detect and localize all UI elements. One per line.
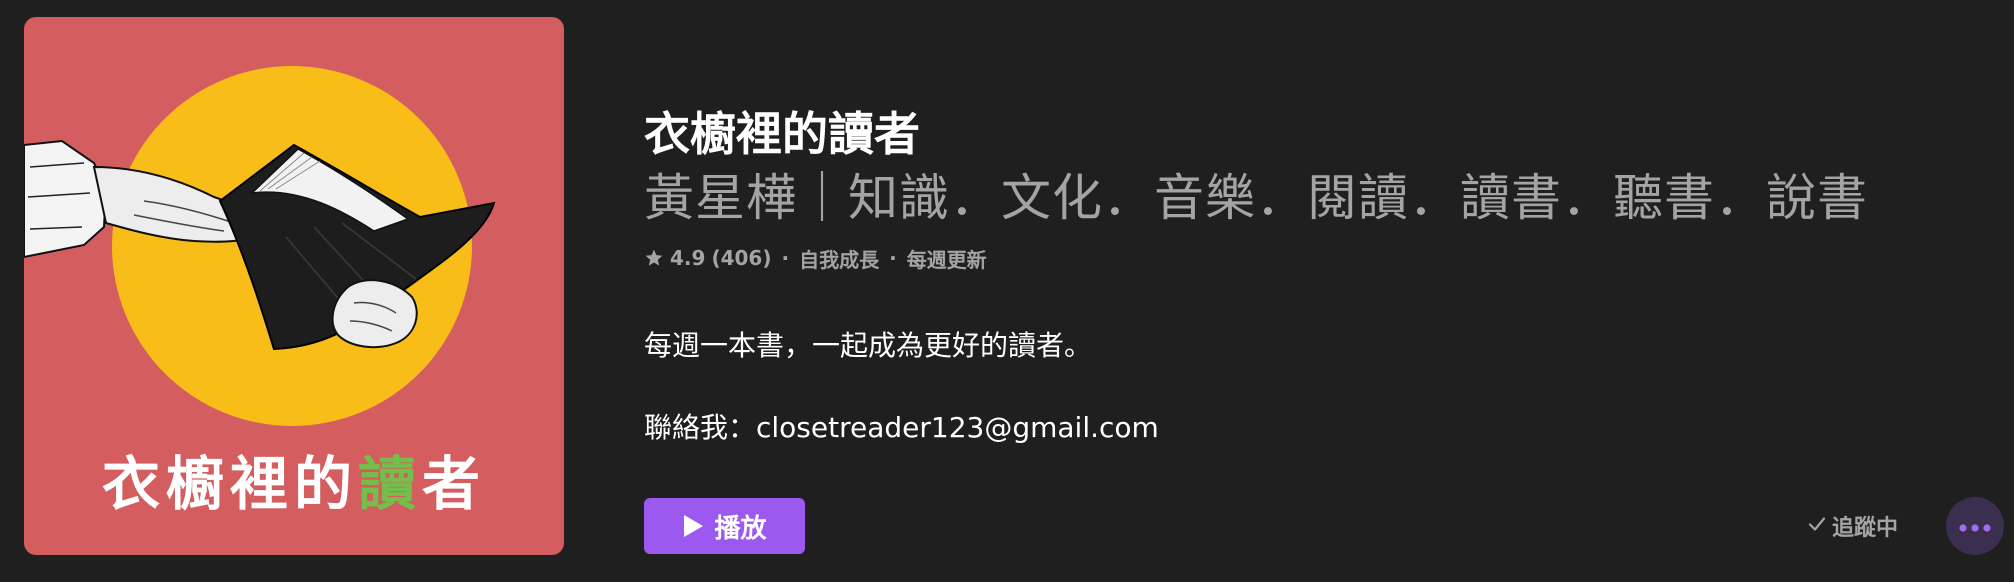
meta-separator: · — [781, 246, 790, 270]
podcast-description: 每週一本書，一起成為更好的讀者。 — [644, 329, 1093, 362]
update-frequency: 每週更新 — [906, 247, 987, 272]
rating-value: 4.9 — [670, 246, 706, 270]
check-icon — [1808, 514, 1826, 539]
meta-separator: · — [889, 246, 897, 270]
play-button[interactable]: 播放 — [644, 498, 805, 554]
artwork-title-part1: 衣櫥裡的 — [101, 450, 358, 518]
podcast-artwork: 衣櫥裡的讀者 — [24, 17, 564, 555]
rating-count: (406) — [711, 246, 772, 270]
artwork-title-highlight: 讀 — [357, 450, 422, 518]
podcast-page: 衣櫥裡的讀者 衣櫥裡的讀者 黃星樺｜知識．文化．音樂．閱讀．讀書．聽書．說書 4… — [0, 0, 2014, 582]
podcast-author[interactable]: 黃星樺｜知識．文化．音樂．閱讀．讀書．聽書．說書 — [644, 168, 1868, 228]
following-label: 追蹤中 — [1832, 516, 1899, 541]
podcast-meta: 4.9 (406) · 自我成長 · 每週更新 — [644, 243, 987, 273]
artwork-title-part2: 者 — [422, 450, 487, 518]
play-icon — [682, 514, 704, 538]
play-label: 播放 — [714, 513, 767, 544]
artwork-title: 衣櫥裡的讀者 — [24, 455, 564, 513]
star-icon — [644, 248, 664, 268]
more-button[interactable] — [1946, 497, 2004, 555]
following-button[interactable]: 追蹤中 — [1808, 510, 1898, 542]
podcast-contact: 聯絡我：closetreader123@gmail.com — [644, 411, 1159, 444]
more-icon — [1959, 517, 1991, 536]
category-link[interactable]: 自我成長 — [799, 244, 879, 273]
podcast-title: 衣櫥裡的讀者 — [644, 107, 920, 161]
